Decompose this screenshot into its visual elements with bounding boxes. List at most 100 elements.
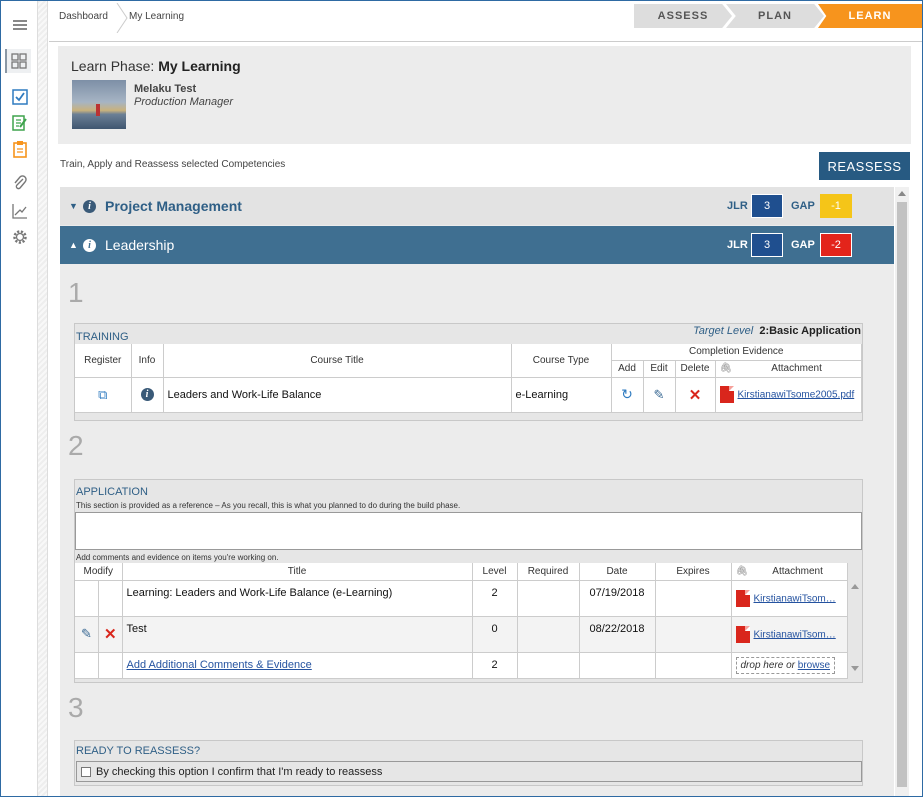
info-icon[interactable]: i	[83, 199, 96, 213]
jlr-badge: 3	[751, 194, 783, 218]
title-cell: Test	[122, 616, 473, 653]
reassess-confirm-row[interactable]: By checking this option I confirm that I…	[76, 761, 862, 782]
competency-row-project-management[interactable]: ▼ i Project Management JLR 3 GAP -1	[60, 187, 894, 225]
edit-cell: ✎	[643, 377, 676, 413]
expand-caret-icon[interactable]: ▼	[69, 201, 78, 211]
phase-steps: ASSESS PLAN LEARN	[634, 4, 922, 28]
col-edit: Edit	[643, 360, 676, 378]
step-plan[interactable]: PLAN	[726, 4, 824, 28]
collapse-caret-icon[interactable]: ▲	[69, 240, 78, 250]
learner-panel: Learn Phase: My Learning Melaku Test Pro…	[58, 46, 911, 144]
user-photo	[72, 80, 126, 129]
attachment-cell: KirstianawiTsom…	[731, 580, 848, 617]
plan-edit-icon[interactable]	[7, 111, 33, 135]
page-title: Learn Phase: My Learning	[71, 58, 241, 74]
pdf-file-icon	[719, 386, 734, 403]
jlr-label: JLR	[727, 200, 748, 212]
delete-x-icon[interactable]: ✕	[689, 387, 702, 404]
training-section: TRAINING Target Level 2:Basic Applicatio…	[74, 323, 863, 421]
col-attachment: 🖇 Attachment	[715, 360, 862, 378]
edit-pencil-icon[interactable]: ✎	[81, 626, 92, 641]
col-required: Required	[517, 563, 580, 581]
browse-link[interactable]: browse	[798, 660, 830, 671]
dashboard-grid-icon[interactable]	[5, 49, 31, 73]
edit-pencil-icon[interactable]: ✎	[654, 387, 665, 402]
add-comments-link[interactable]: Add Additional Comments & Evidence	[127, 659, 312, 671]
attachment-link[interactable]: KirstianawiTsome2005.pdf	[738, 389, 855, 400]
info-cell: i	[131, 377, 164, 413]
required-cell	[517, 580, 580, 617]
table-scroll-up-icon[interactable]	[851, 584, 859, 589]
drop-text: drop here or	[740, 659, 795, 671]
target-level: Target Level 2:Basic Application	[693, 325, 861, 337]
scroll-up-icon[interactable]	[898, 191, 906, 196]
gap-badge: -1	[820, 194, 852, 218]
reassess-button[interactable]: REASSESS	[819, 152, 910, 180]
pdf-file-icon	[735, 625, 750, 643]
delete-x-icon[interactable]: ✕	[104, 626, 117, 643]
required-cell	[517, 616, 580, 653]
application-section: APPLICATION This section is provided as …	[74, 479, 863, 683]
reassess-section: READY TO REASSESS? By checking this opti…	[74, 740, 863, 786]
user-role: Production Manager	[134, 96, 234, 108]
sidebar-resize-handle[interactable]	[38, 1, 48, 796]
expires-cell	[655, 652, 732, 679]
col-attachment-label: Attachment	[772, 565, 823, 577]
col-attachment: 🖇 Attachment	[731, 563, 848, 581]
content-scrollbar[interactable]	[895, 187, 909, 796]
modify-cell-2	[98, 652, 123, 679]
comments-note: Add comments and evidence on items you'r…	[76, 553, 279, 562]
attachment-link[interactable]: KirstianawiTsom…	[754, 593, 836, 604]
gap-label: GAP	[791, 239, 815, 251]
scrollbar-thumb[interactable]	[897, 202, 907, 787]
add-cell: ↻	[611, 377, 644, 413]
required-cell	[517, 652, 580, 679]
delete-cell: ✕	[98, 616, 123, 653]
learn-clipboard-icon[interactable]	[7, 137, 33, 161]
title-cell: Learning: Leaders and Work-Life Balance …	[122, 580, 473, 617]
table-scroll-down-icon[interactable]	[851, 666, 859, 671]
step-learn[interactable]: LEARN	[818, 4, 922, 28]
level-cell: 2	[472, 652, 518, 679]
course-title-cell: Leaders and Work-Life Balance	[163, 377, 512, 413]
col-course-type: Course Type	[511, 344, 612, 378]
edit-cell: ✎	[75, 616, 99, 653]
file-drop-zone[interactable]: drop here or browse	[735, 656, 836, 674]
assess-checklist-icon[interactable]	[7, 85, 33, 109]
step-assess[interactable]: ASSESS	[634, 4, 732, 28]
settings-gear-icon[interactable]	[7, 225, 33, 249]
gap-badge: -2	[820, 233, 852, 257]
course-type-cell: e-Learning	[511, 377, 612, 413]
external-link-icon[interactable]: ⧉	[98, 387, 107, 402]
competency-row-leadership[interactable]: ▲ i Leadership JLR 3 GAP -2	[60, 226, 894, 264]
menu-icon[interactable]	[7, 13, 33, 37]
level-cell: 2	[472, 580, 518, 617]
col-course-title: Course Title	[163, 344, 512, 378]
reassess-checkbox-label: By checking this option I confirm that I…	[96, 765, 383, 778]
info-icon[interactable]: i	[83, 238, 96, 252]
competency-name: Leadership	[105, 237, 175, 253]
section-title: READY TO REASSESS?	[76, 745, 201, 757]
reports-chart-icon[interactable]	[7, 199, 33, 223]
col-info: Info	[131, 344, 164, 378]
col-add: Add	[611, 360, 644, 378]
add-evidence-icon[interactable]: ↻	[621, 386, 633, 402]
col-title: Title	[122, 563, 473, 581]
step-number-3: 3	[68, 692, 84, 723]
col-date: Date	[579, 563, 656, 581]
target-level-label: Target Level	[693, 325, 754, 337]
level-cell: 0	[472, 616, 518, 653]
modify-cell-1	[75, 580, 99, 617]
info-icon[interactable]: i	[140, 388, 154, 401]
reference-note: This section is provided as a reference …	[76, 501, 461, 510]
attachment-icon[interactable]	[7, 171, 33, 195]
phase-prefix: Learn Phase:	[71, 58, 155, 74]
attachment-link[interactable]: KirstianawiTsom…	[754, 629, 836, 640]
plan-reference-textarea[interactable]	[75, 512, 862, 550]
section-title: APPLICATION	[76, 486, 148, 498]
col-register: Register	[75, 344, 132, 378]
competency-name: Project Management	[105, 198, 242, 214]
reassess-checkbox[interactable]	[81, 766, 91, 777]
competency-content: ▼ i Project Management JLR 3 GAP -1 ▲ i …	[60, 187, 894, 796]
breadcrumb-dashboard[interactable]: Dashboard	[59, 11, 108, 22]
